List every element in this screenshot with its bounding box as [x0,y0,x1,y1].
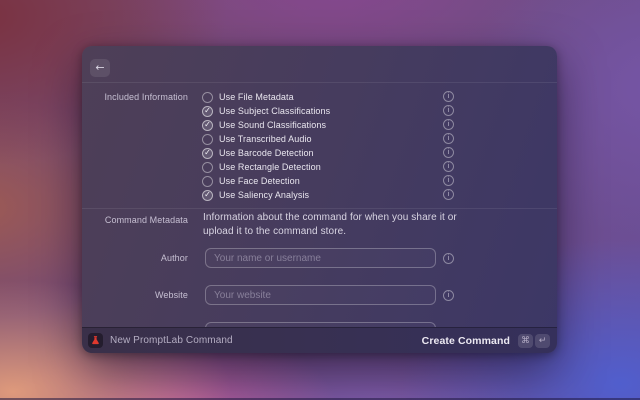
checkbox-row-barcode-detection: ✓ Use Barcode Detection i [82,146,557,160]
header-divider [82,82,557,83]
info-icon[interactable]: i [443,161,454,172]
back-button[interactable]: ← [90,59,110,77]
checkbox-row-subject-classifications: ✓ Use Subject Classifications i [82,104,557,118]
checkbox[interactable] [202,162,213,173]
info-icon[interactable]: i [443,175,454,186]
new-promptlab-command-window: ← Included Information Use File Metadata… [82,46,557,353]
checkbox[interactable]: ✓ [202,148,213,159]
website-input[interactable] [205,285,436,305]
author-input[interactable] [205,248,436,268]
checkbox-label: Use Transcribed Audio [219,134,312,144]
website-label: Website [82,288,188,302]
info-icon[interactable]: i [443,147,454,158]
checkbox[interactable] [202,134,213,145]
info-icon[interactable]: i [443,105,454,116]
checkbox[interactable]: ✓ [202,190,213,201]
create-command-button[interactable]: Create Command [422,335,510,347]
checkbox-row-transcribed-audio: Use Transcribed Audio i [82,132,557,146]
checkmark-icon: ✓ [204,121,211,129]
checkbox-row-saliency-analysis: ✓ Use Saliency Analysis i [82,188,557,202]
info-icon[interactable]: i [443,253,454,264]
action-bar: New PromptLab Command Create Command ⌘ ↵ [82,327,557,353]
section-divider [82,208,557,209]
checkbox-label: Use Saliency Analysis [219,190,309,200]
command-key-icon: ⌘ [518,334,533,348]
checkbox-row-face-detection: Use Face Detection i [82,174,557,188]
checkbox-label: Use Rectangle Detection [219,162,321,172]
checkbox[interactable]: ✓ [202,106,213,117]
checkbox-row-file-metadata: Use File Metadata i [82,90,557,104]
checkbox-row-rectangle-detection: Use Rectangle Detection i [82,160,557,174]
info-icon[interactable]: i [443,189,454,200]
promptlab-app-icon [88,333,103,348]
info-icon[interactable]: i [443,290,454,301]
checkbox[interactable] [202,92,213,103]
info-icon[interactable]: i [443,133,454,144]
return-key-icon: ↵ [535,334,550,348]
checkmark-icon: ✓ [204,191,211,199]
info-icon[interactable]: i [443,91,454,102]
command-metadata-label: Command Metadata [82,213,188,227]
checkmark-icon: ✓ [204,107,211,115]
checkbox[interactable]: ✓ [202,120,213,131]
author-label: Author [82,251,188,265]
checkbox-label: Use Face Detection [219,176,300,186]
checkbox-label: Use File Metadata [219,92,294,102]
command-metadata-description: Information about the command for when y… [203,211,465,239]
checkbox-list: Use File Metadata i ✓ Use Subject Classi… [82,90,557,202]
checkbox-label: Use Subject Classifications [219,106,330,116]
back-arrow-icon: ← [95,61,104,74]
info-icon[interactable]: i [443,119,454,130]
desktop-background: ← Included Information Use File Metadata… [0,0,640,400]
checkbox-row-sound-classifications: ✓ Use Sound Classifications i [82,118,557,132]
flask-icon [90,335,101,346]
checkmark-icon: ✓ [204,149,211,157]
checkbox-label: Use Barcode Detection [219,148,314,158]
primary-action[interactable]: Create Command ⌘ ↵ [422,334,550,348]
checkbox-label: Use Sound Classifications [219,120,326,130]
window-title: New PromptLab Command [110,335,233,346]
checkbox[interactable] [202,176,213,187]
